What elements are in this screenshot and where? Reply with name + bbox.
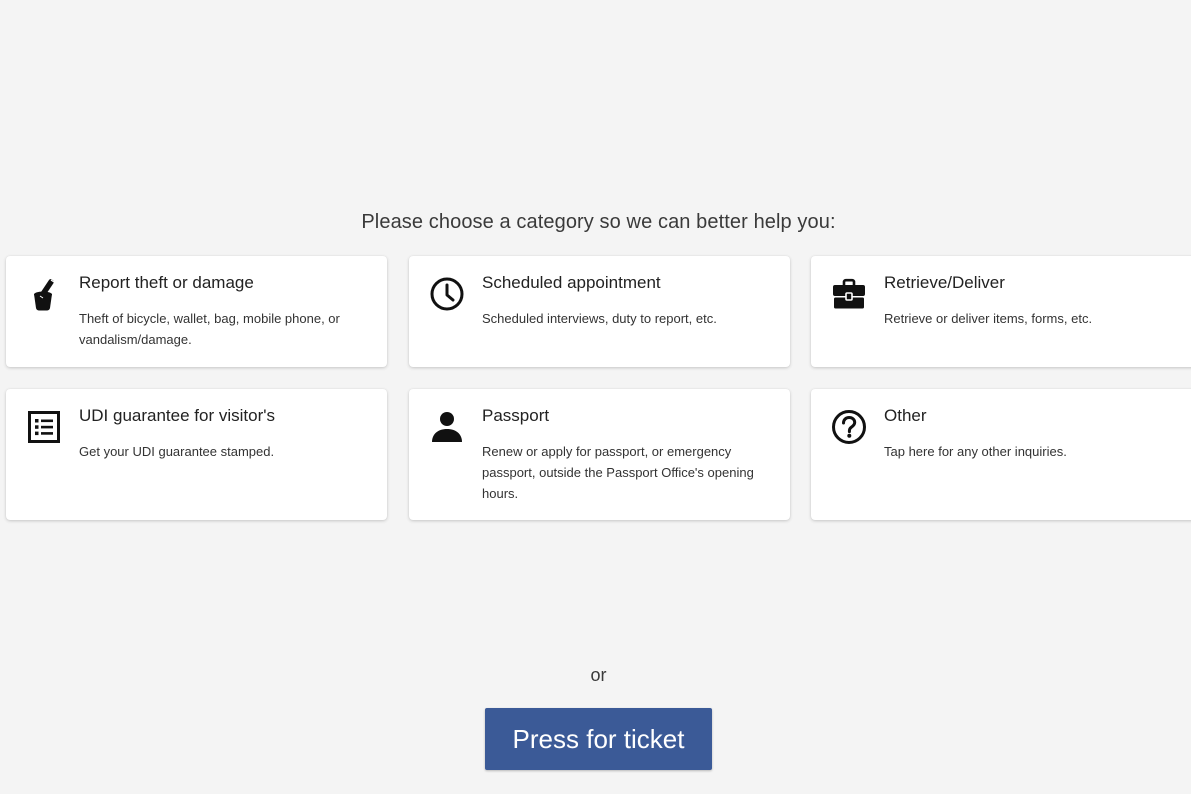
- category-card-retrieve-deliver[interactable]: Retrieve/Deliver Retrieve or deliver ite…: [811, 256, 1191, 367]
- or-separator: or: [590, 665, 607, 685]
- category-title: UDI guarantee for visitor's: [79, 406, 275, 425]
- category-grid: Report theft or damage Theft of bicycle,…: [6, 256, 1191, 521]
- pen-in-cup-icon: [26, 276, 62, 312]
- category-title: Passport: [482, 406, 550, 425]
- category-title: Retrieve/Deliver: [884, 273, 1005, 292]
- category-description: Theft of bicycle, wallet, bag, mobile ph…: [79, 311, 340, 347]
- briefcase-icon: [831, 276, 867, 312]
- category-card-other[interactable]: Other Tap here for any other inquiries.: [811, 389, 1191, 520]
- category-title: Other: [884, 406, 927, 425]
- list-document-icon: [26, 409, 62, 445]
- category-card-udi-guarantee[interactable]: UDI guarantee for visitor's Get your UDI…: [6, 389, 387, 520]
- category-description: Get your UDI guarantee stamped.: [79, 444, 275, 459]
- category-card-passport[interactable]: Passport Renew or apply for passport, or…: [409, 389, 790, 520]
- category-description: Renew or apply for passport, or emergenc…: [482, 444, 754, 501]
- clock-icon: [429, 276, 465, 312]
- category-description: Tap here for any other inquiries.: [884, 444, 1067, 459]
- category-prompt: Please choose a category so we can bette…: [361, 211, 836, 233]
- category-card-report-theft[interactable]: Report theft or damage Theft of bicycle,…: [6, 256, 387, 367]
- category-description: Scheduled interviews, duty to report, et…: [482, 311, 717, 326]
- question-circle-icon: [831, 409, 867, 445]
- press-for-ticket-button[interactable]: Press for ticket: [485, 708, 712, 770]
- person-icon: [429, 409, 465, 445]
- category-title: Report theft or damage: [79, 273, 254, 292]
- category-description: Retrieve or deliver items, forms, etc.: [884, 311, 1093, 326]
- category-title: Scheduled appointment: [482, 273, 661, 292]
- category-card-scheduled-appointment[interactable]: Scheduled appointment Scheduled intervie…: [409, 256, 790, 367]
